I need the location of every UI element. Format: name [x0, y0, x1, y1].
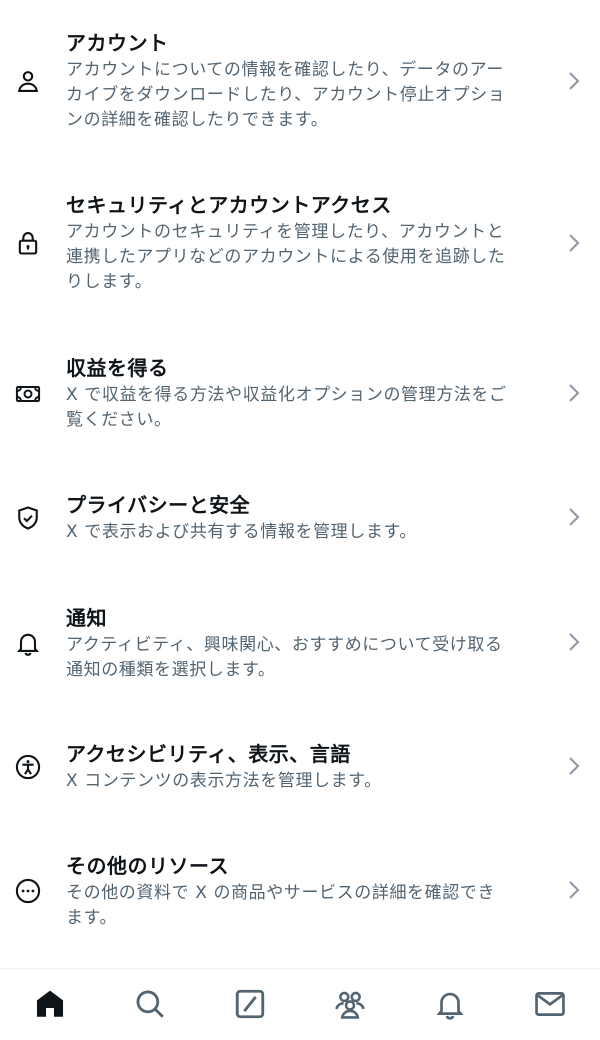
home-icon[interactable] — [33, 987, 67, 1021]
messages-icon[interactable] — [533, 987, 567, 1021]
chevron-right-icon — [566, 381, 582, 405]
settings-item-accessibility[interactable]: アクセシビリティ、表示、言語 X コンテンツの表示方法を管理します。 — [0, 737, 600, 809]
bell-icon — [14, 629, 42, 657]
settings-item-security[interactable]: セキュリティとアカウントアクセス アカウントのセキュリティを管理したり、アカウン… — [0, 188, 600, 308]
settings-item-description: アカウントについての情報を確認したり、データのアー カイブをダウンロードしたり、… — [66, 60, 506, 130]
settings-item-description: アクティビティ、興味関心、おすすめについて受け取る 通知の種類を選択します。 — [66, 635, 503, 680]
lock-icon — [14, 229, 42, 257]
notifications-icon[interactable] — [433, 987, 467, 1021]
settings-item-description: その他の資料で X の商品やサービスの詳細を確認でき ます。 — [66, 883, 496, 928]
chevron-right-icon — [566, 754, 582, 778]
settings-item-description: X で収益を得る方法や収益化オプションの管理方法をご 覧ください。 — [66, 385, 507, 430]
settings-item-title: アクセシビリティ、表示、言語 — [66, 742, 351, 766]
settings-item-description: X コンテンツの表示方法を管理します。 — [66, 771, 382, 791]
shield-icon — [14, 504, 42, 532]
person-icon — [14, 67, 42, 95]
settings-item-description: X で表示および共有する情報を管理します。 — [66, 522, 417, 542]
settings-item-description: アカウントのセキュリティを管理したり、アカウントと 連携したアプリなどのアカウン… — [66, 222, 506, 292]
chevron-right-icon — [566, 505, 582, 529]
settings-item-title: アカウント — [66, 31, 169, 55]
grok-icon[interactable] — [233, 987, 267, 1021]
settings-list: アカウント アカウントについての情報を確認したり、データのアー カイブをダウンロ… — [0, 0, 600, 968]
communities-icon[interactable] — [333, 987, 367, 1021]
settings-item-notifications[interactable]: 通知 アクティビティ、興味関心、おすすめについて受け取る 通知の種類を選択します… — [0, 601, 600, 697]
money-icon — [14, 380, 42, 408]
chevron-right-icon — [566, 878, 582, 902]
chevron-right-icon — [566, 630, 582, 654]
settings-item-title: プライバシーと安全 — [66, 493, 251, 517]
settings-item-title: 収益を得る — [66, 356, 169, 380]
search-icon[interactable] — [133, 987, 167, 1021]
settings-item-title: セキュリティとアカウントアクセス — [66, 193, 392, 217]
bottom-navigation-bar — [0, 968, 600, 1040]
settings-item-title: 通知 — [66, 606, 107, 630]
chevron-right-icon — [566, 231, 582, 255]
settings-item-additional-resources[interactable]: その他のリソース その他の資料で X の商品やサービスの詳細を確認でき ます。 — [0, 849, 600, 945]
settings-item-title: その他のリソース — [66, 854, 229, 878]
settings-item-monetization[interactable]: 収益を得る X で収益を得る方法や収益化オプションの管理方法をご 覧ください。 — [0, 351, 600, 447]
settings-item-account[interactable]: アカウント アカウントについての情報を確認したり、データのアー カイブをダウンロ… — [0, 26, 600, 146]
settings-item-privacy[interactable]: プライバシーと安全 X で表示および共有する情報を管理します。 — [0, 488, 600, 560]
accessibility-icon — [14, 753, 42, 781]
chevron-right-icon — [566, 69, 582, 93]
more-icon — [14, 877, 42, 905]
